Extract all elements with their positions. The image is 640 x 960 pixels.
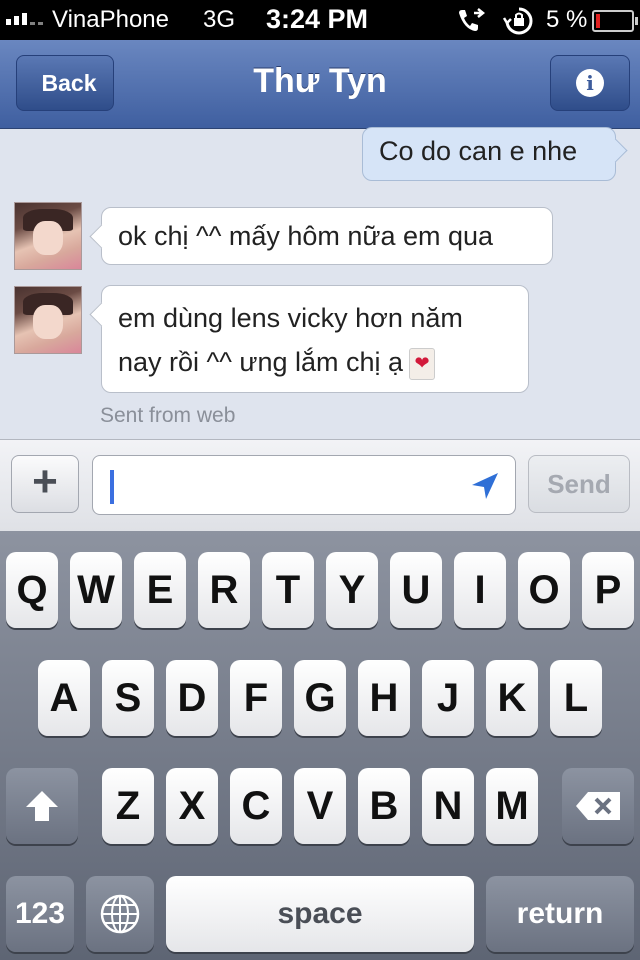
message-text: Co do can e nhe bbox=[379, 136, 578, 166]
key-u[interactable]: U bbox=[390, 552, 442, 628]
key-i[interactable]: I bbox=[454, 552, 506, 628]
key-z[interactable]: Z bbox=[102, 768, 154, 844]
backspace-icon bbox=[576, 792, 620, 820]
key-o[interactable]: O bbox=[518, 552, 570, 628]
battery-icon bbox=[592, 10, 638, 32]
incoming-message[interactable]: ok chị ^^ mấy hôm nữa em qua bbox=[101, 207, 553, 265]
message-text-line: em dùng lens vicky hơn năm bbox=[118, 303, 463, 333]
return-key[interactable]: return bbox=[486, 876, 634, 952]
key-k[interactable]: K bbox=[486, 660, 538, 736]
navigation-bar: Back Thư Tyn i bbox=[0, 40, 640, 129]
key-b[interactable]: B bbox=[358, 768, 410, 844]
key-y[interactable]: Y bbox=[326, 552, 378, 628]
message-input[interactable] bbox=[92, 455, 516, 515]
shift-key[interactable] bbox=[6, 768, 78, 844]
rotation-lock-icon bbox=[502, 7, 533, 35]
key-w[interactable]: W bbox=[70, 552, 122, 628]
carrier-name: VinaPhone bbox=[52, 6, 169, 33]
key-v[interactable]: V bbox=[294, 768, 346, 844]
status-time: 3:24 PM bbox=[266, 4, 369, 34]
heart-emoji-icon: ❤ bbox=[409, 347, 436, 380]
key-t[interactable]: T bbox=[262, 552, 314, 628]
text-caret bbox=[110, 470, 114, 504]
key-x[interactable]: X bbox=[166, 768, 218, 844]
keyboard: Q W E R T Y U I O P A S D F G H J K L Z … bbox=[0, 531, 640, 960]
key-s[interactable]: S bbox=[102, 660, 154, 736]
key-q[interactable]: Q bbox=[6, 552, 58, 628]
key-e[interactable]: E bbox=[134, 552, 186, 628]
status-bar: VinaPhone 3G 3:24 PM 5 % bbox=[0, 0, 640, 40]
incoming-message[interactable]: em dùng lens vicky hơn năm nay rồi ^^ ưn… bbox=[101, 285, 529, 393]
key-n[interactable]: N bbox=[422, 768, 474, 844]
outgoing-message[interactable]: Co do can e nhe bbox=[362, 127, 616, 181]
key-c[interactable]: C bbox=[230, 768, 282, 844]
send-button[interactable]: Send bbox=[528, 455, 630, 513]
message-text-line: nay rồi ^^ ưng lắm chị ạ bbox=[118, 347, 404, 377]
message-thread[interactable]: Co do can e nhe ok chị ^^ mấy hôm nữa em… bbox=[0, 127, 640, 439]
key-f[interactable]: F bbox=[230, 660, 282, 736]
delete-key[interactable] bbox=[562, 768, 634, 844]
sent-from-label: Sent from web bbox=[100, 404, 236, 427]
key-g[interactable]: G bbox=[294, 660, 346, 736]
signal-strength-icon bbox=[6, 13, 43, 25]
key-p[interactable]: P bbox=[582, 552, 634, 628]
conversation-title: Thư Tyn bbox=[253, 62, 387, 100]
compose-bar: + Send bbox=[0, 439, 640, 532]
space-key[interactable]: space bbox=[166, 876, 474, 952]
network-type: 3G bbox=[203, 6, 236, 33]
battery-percent: 5 % bbox=[546, 6, 588, 33]
key-r[interactable]: R bbox=[198, 552, 250, 628]
contact-avatar[interactable] bbox=[14, 286, 82, 354]
globe-icon bbox=[100, 894, 140, 934]
key-l[interactable]: L bbox=[550, 660, 602, 736]
key-m[interactable]: M bbox=[486, 768, 538, 844]
numbers-key[interactable]: 123 bbox=[6, 876, 74, 952]
key-h[interactable]: H bbox=[358, 660, 410, 736]
key-d[interactable]: D bbox=[166, 660, 218, 736]
contact-avatar[interactable] bbox=[14, 202, 82, 270]
location-arrow-icon[interactable] bbox=[469, 470, 501, 502]
globe-key[interactable] bbox=[86, 876, 154, 952]
message-text: ok chị ^^ mấy hôm nữa em qua bbox=[118, 221, 494, 251]
call-forwarding-icon bbox=[459, 8, 486, 31]
shift-arrow-icon bbox=[26, 791, 58, 821]
key-a[interactable]: A bbox=[38, 660, 90, 736]
key-j[interactable]: J bbox=[422, 660, 474, 736]
info-icon: i bbox=[576, 69, 604, 97]
attach-button[interactable]: + bbox=[11, 455, 79, 513]
info-button[interactable]: i bbox=[550, 55, 630, 111]
